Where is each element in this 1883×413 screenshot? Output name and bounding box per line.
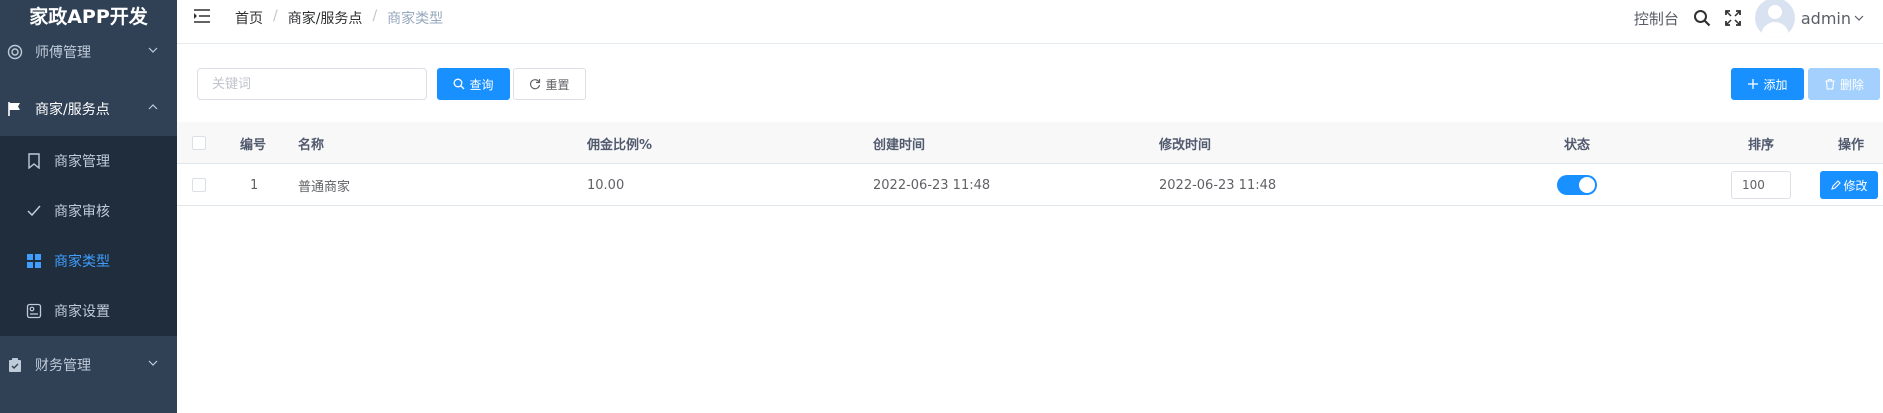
query-button-label: 查询 [469, 77, 494, 92]
sidebar-item-label: 商家/服务点 [35, 102, 110, 118]
header-name: 名称 [298, 137, 325, 153]
cell-modified: 2022-06-23 11:48 [1159, 177, 1277, 193]
user-menu[interactable]: admin [1801, 9, 1865, 28]
top-navbar: 首页 / 商家/服务点 / 商家类型 控制台 admin [177, 0, 1883, 44]
row-checkbox[interactable] [192, 178, 206, 192]
cell-created: 2022-06-23 11:48 [873, 177, 991, 193]
query-button[interactable]: 查询 [437, 68, 510, 100]
sidebar-item-label: 商家管理 [54, 154, 110, 170]
merchant-type-table: 编号 名称 佣金比例% 创建时间 修改时间 状态 排序 操作 1 普通商家 10… [177, 122, 1883, 206]
sidebar-item-label: 商家类型 [54, 254, 110, 270]
breadcrumb-separator: / [372, 8, 378, 24]
cell-name: 普通商家 [298, 179, 351, 195]
sidebar-item-merchant-management[interactable]: 商家管理 [0, 136, 177, 186]
sidebar-item-label: 师傅管理 [35, 45, 91, 61]
status-toggle[interactable] [1557, 175, 1597, 195]
hamburger-menu-icon[interactable] [193, 8, 211, 28]
breadcrumb-separator: / [273, 8, 278, 24]
sidebar-item-merchant-review[interactable]: 商家审核 [0, 186, 177, 236]
flag-icon [7, 101, 23, 117]
header-id: 编号 [240, 137, 267, 153]
sidebar-item-label: 商家审核 [54, 204, 110, 220]
header-modified: 修改时间 [1159, 137, 1212, 153]
header-action: 操作 [1838, 137, 1865, 153]
refresh-icon [530, 79, 541, 90]
header-created: 创建时间 [873, 137, 926, 153]
sidebar: 家政APP开发 师傅管理 商家/服务点 商家管理 商家审核 商家类型 商家设置 … [0, 0, 177, 413]
cell-commission: 10.00 [587, 177, 625, 193]
submenu-merchant: 商家管理 商家审核 商家类型 商家设置 [0, 136, 177, 336]
edit-button[interactable]: 修改 [1820, 171, 1878, 199]
sidebar-item-label: 商家设置 [54, 304, 110, 320]
chevron-up-icon [147, 101, 159, 117]
bookmark-icon [26, 153, 42, 169]
search-icon [454, 78, 465, 90]
add-button[interactable]: 添加 [1731, 68, 1804, 100]
chevron-down-icon [147, 357, 159, 373]
grid-icon [26, 253, 42, 269]
check-icon [26, 203, 42, 219]
table-row: 1 普通商家 10.00 2022-06-23 11:48 2022-06-23… [177, 164, 1883, 206]
settings-card-icon [26, 303, 42, 319]
breadcrumb-home[interactable]: 首页 [235, 8, 263, 28]
search-icon[interactable] [1693, 9, 1711, 27]
header-status: 状态 [1564, 137, 1591, 153]
select-all-checkbox[interactable] [192, 136, 206, 150]
trash-icon [1825, 78, 1835, 90]
breadcrumb-current: 商家类型 [387, 11, 444, 27]
clipboard-icon [7, 357, 23, 373]
console-link[interactable]: 控制台 [1634, 8, 1679, 29]
chevron-down-icon [1854, 15, 1864, 21]
add-button-label: 添加 [1763, 77, 1788, 92]
chevron-down-icon [147, 44, 159, 60]
sidebar-item-merchant-service[interactable]: 商家/服务点 [0, 84, 177, 134]
avatar[interactable] [1754, 0, 1795, 38]
cell-id: 1 [250, 177, 259, 193]
right-menu: 控制台 admin [1634, 0, 1883, 38]
header-commission: 佣金比例% [587, 137, 653, 153]
header-sort: 排序 [1748, 137, 1775, 153]
username: admin [1800, 8, 1851, 28]
keyword-search-input[interactable] [197, 68, 427, 100]
sidebar-item-finance[interactable]: 财务管理 [0, 340, 177, 390]
delete-button-label: 删除 [1839, 77, 1864, 92]
plus-icon [1748, 79, 1759, 89]
table-header: 编号 名称 佣金比例% 创建时间 修改时间 状态 排序 操作 [177, 122, 1883, 164]
breadcrumb: 首页 / 商家/服务点 / 商家类型 [235, 8, 443, 28]
sidebar-item-merchant-settings[interactable]: 商家设置 [0, 286, 177, 336]
lifebuoy-icon [7, 44, 23, 60]
reset-button-label: 重置 [545, 77, 570, 92]
edit-button-label: 修改 [1843, 178, 1868, 193]
delete-button[interactable]: 删除 [1808, 68, 1880, 100]
sort-order-input[interactable]: 100 [1731, 171, 1791, 199]
sidebar-item-merchant-type[interactable]: 商家类型 [0, 236, 177, 286]
reset-button[interactable]: 重置 [513, 68, 586, 100]
breadcrumb-parent[interactable]: 商家/服务点 [288, 8, 363, 28]
sidebar-item-master-management[interactable]: 师傅管理 [0, 27, 177, 77]
fullscreen-icon[interactable] [1724, 10, 1741, 26]
sidebar-item-label: 财务管理 [35, 358, 91, 374]
edit-icon [1831, 179, 1842, 190]
